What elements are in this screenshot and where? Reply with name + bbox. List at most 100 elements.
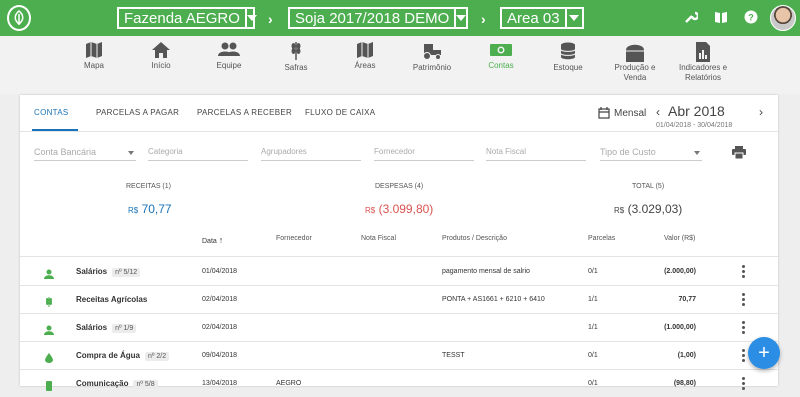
row-category-name: Salários (76, 323, 108, 332)
column-header-parcelas[interactable]: Parcelas (588, 235, 615, 242)
tab-parcelas-a-receber[interactable]: PARCELAS A RECEBER (197, 108, 292, 117)
table-row[interactable]: Salários nº 1/9 02/04/2018 1/1 (1.000,00) (20, 313, 778, 341)
area-selector-label: Area 03 (507, 9, 560, 27)
chevron-right-icon: › (481, 11, 486, 27)
nav-label: Venda (623, 73, 647, 82)
supplier-field[interactable]: Fornecedor (374, 147, 474, 161)
nav-label: Contas (488, 61, 514, 70)
chevron-down-icon (244, 9, 257, 27)
nav-label: Início (151, 61, 171, 70)
row-category-name: Receitas Agrícolas (76, 295, 148, 304)
table-row[interactable]: Salários nº 5/12 01/04/2018 pagamento mensa… (20, 257, 778, 285)
column-header-nota-fiscal[interactable]: Nota Fiscal (361, 235, 396, 242)
despesas-label: DESPESAS (4) (375, 183, 424, 190)
divider (20, 131, 778, 132)
more-options-icon[interactable] (742, 293, 745, 308)
category-field[interactable]: Categoria (148, 147, 248, 161)
more-options-icon[interactable] (742, 349, 745, 364)
row-date: 01/04/2018 (202, 268, 238, 275)
chevron-down-icon (694, 151, 700, 155)
row-category-name: Salários (76, 267, 108, 276)
chevron-down-icon (454, 9, 467, 27)
column-header-fornecedor[interactable]: Fornecedor (276, 235, 312, 242)
wheat-icon (291, 42, 301, 60)
person-icon (44, 322, 54, 335)
money-icon (490, 44, 512, 56)
tab-parcelas-a-pagar[interactable]: PARCELAS A PAGAR (96, 108, 179, 117)
period-mode-button[interactable]: Mensal (598, 107, 646, 119)
installment-badge: nº 5/12 (112, 268, 141, 277)
row-description: TESST (442, 352, 465, 359)
table-row[interactable]: Comunicação nº 5/8 13/04/2018 AEGRO 0/1 (98,8… (20, 369, 778, 397)
row-installments: 1/1 (588, 296, 598, 303)
print-icon[interactable] (732, 146, 746, 159)
add-account-button[interactable]: + (748, 337, 780, 369)
nav-item-indicadores[interactable]: Indicadores e Relatórios (668, 42, 738, 83)
period-mode-label: Mensal (614, 107, 647, 119)
bank-account-placeholder: Conta Bancária (34, 147, 97, 157)
calendar-icon (598, 107, 610, 119)
farm-selector-label: Fazenda AEGRO (124, 9, 240, 27)
nav-label: Patrimônio (412, 63, 452, 72)
cost-type-select[interactable]: Tipo de Custo (600, 147, 702, 161)
database-icon (560, 42, 576, 60)
date-range: 01/04/2018 - 30/04/2018 (656, 122, 733, 129)
despesas-value: R$ (3.099,80) (365, 202, 433, 216)
top-bar: Fazenda AEGRO › Soja 2017/2018 DEMO › Ar… (0, 0, 800, 36)
table-row[interactable]: Receitas Agrícolas 02/04/2018 PONTA + AS16… (20, 285, 778, 313)
column-header-valor[interactable]: Valor (R$) (664, 235, 695, 242)
table-row[interactable]: Compra de Água nº 2/2 09/04/2018 TESST 0/1 (1… (20, 341, 778, 369)
wrench-icon[interactable] (684, 10, 698, 24)
tab-contas[interactable]: CONTAS (34, 108, 69, 117)
nav-item-mapa[interactable]: Mapa (59, 42, 129, 71)
nav-item-areas[interactable]: Áreas (330, 42, 400, 71)
drop-icon (44, 350, 54, 363)
row-description: PONTA + AS1661 + 6210 + 6410 (442, 296, 545, 303)
sort-arrow-up-icon: ↑ (218, 235, 224, 245)
installment-badge: nº 1/9 (112, 324, 137, 333)
more-options-icon[interactable] (742, 321, 745, 336)
grouping-field[interactable]: Agrupadores (261, 147, 361, 161)
more-options-icon[interactable] (742, 377, 745, 392)
people-icon (218, 42, 240, 56)
nav-item-patrimonio[interactable]: Patrimônio (397, 42, 467, 73)
module-nav: Mapa Início Equipe Safras Áreas Patrimôn… (0, 36, 800, 94)
column-header-produtos[interactable]: Produtos / Descrição (442, 235, 507, 242)
installment-badge: nº 2/2 (145, 352, 170, 361)
nav-item-safras[interactable]: Safras (261, 42, 331, 73)
nav-item-producao[interactable]: Produção e Venda (600, 42, 670, 83)
row-installments: 0/1 (588, 352, 598, 359)
receitas-amount: 70,77 (141, 202, 172, 216)
nav-label: Mapa (83, 61, 104, 70)
avatar[interactable] (770, 5, 796, 31)
nav-item-estoque[interactable]: Estoque (533, 42, 603, 73)
cost-type-placeholder: Tipo de Custo (600, 147, 656, 157)
currency-symbol: R$ (128, 206, 139, 215)
season-selector[interactable]: Soja 2017/2018 DEMO (288, 7, 468, 29)
svg-text:?: ? (748, 13, 754, 23)
nav-item-contas[interactable]: Contas (466, 42, 536, 71)
invoice-field[interactable]: Nota Fiscal (486, 147, 586, 161)
area-selector[interactable]: Area 03 (500, 7, 584, 29)
book-icon[interactable] (714, 10, 728, 24)
previous-month-icon[interactable]: ‹ (656, 105, 660, 119)
row-category: Compra de Água nº 2/2 (76, 351, 170, 361)
help-icon[interactable]: ? (744, 10, 758, 24)
tab-fluxo-de-caixa[interactable]: FLUXO DE CAIXA (305, 108, 375, 117)
row-date: 09/04/2018 (202, 352, 238, 359)
bank-account-select[interactable]: Conta Bancária (34, 147, 136, 161)
aegro-logo-icon[interactable] (7, 5, 31, 31)
nav-label: Produção e (614, 63, 656, 72)
more-options-icon[interactable] (742, 265, 745, 280)
column-header-data[interactable]: Data ↑ (202, 235, 223, 245)
row-category-name: Compra de Água (76, 351, 141, 360)
accounts-panel: CONTAS PARCELAS A PAGAR PARCELAS A RECEB… (20, 95, 778, 391)
currency-symbol: R$ (365, 206, 376, 215)
grouping-placeholder: Agrupadores (261, 147, 307, 156)
farm-selector[interactable]: Fazenda AEGRO (117, 7, 257, 29)
nav-item-inicio[interactable]: Início (126, 42, 196, 71)
receitas-label: RECEITAS (1) (126, 183, 171, 190)
nav-item-equipe[interactable]: Equipe (194, 42, 264, 71)
next-month-icon[interactable]: › (759, 105, 763, 119)
row-category: Receitas Agrícolas (76, 295, 147, 304)
